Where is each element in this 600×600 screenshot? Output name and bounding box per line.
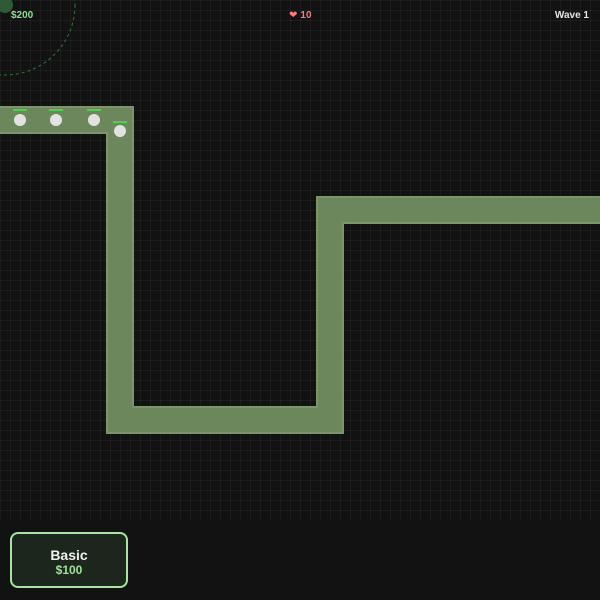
enemy-health-bar [87, 109, 101, 111]
lives-value: 10 [300, 10, 312, 21]
wave-indicator: Wave 1 [554, 10, 589, 21]
enemy-body [50, 114, 62, 126]
enemy-path-fill [0, 108, 600, 432]
heart-icon: ❤ [289, 10, 298, 21]
basic-tower-button[interactable]: Basic $100 [10, 532, 128, 588]
money-counter: $200 [11, 10, 34, 21]
enemy-body [114, 125, 126, 137]
enemy-body [14, 114, 26, 126]
enemy-path [0, 106, 600, 434]
tower-shop-panel: Basic $100 [0, 520, 600, 600]
tower-cost: $100 [55, 563, 83, 577]
game-board[interactable] [0, 0, 600, 600]
enemy-health-bar [49, 109, 63, 111]
enemy-health-bar [113, 121, 127, 123]
lives-counter: ❤ 10 [289, 10, 312, 22]
game-screen[interactable]: $200 ❤ 10 Wave 1 Basic $100 [0, 0, 600, 600]
enemy-body [88, 114, 100, 126]
tower-name: Basic [50, 547, 88, 563]
enemy-health-bar [13, 109, 27, 111]
